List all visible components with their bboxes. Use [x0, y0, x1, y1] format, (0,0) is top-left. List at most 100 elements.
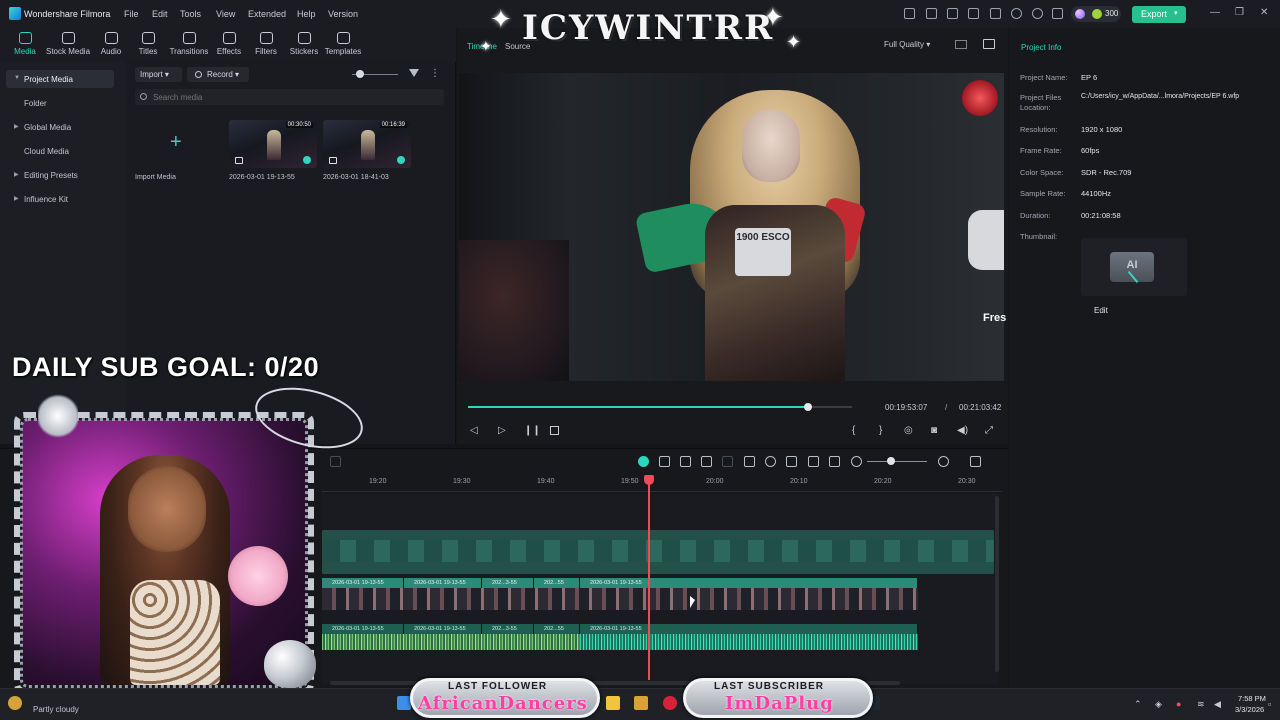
- video-clip-header[interactable]: 202...3-55: [482, 578, 534, 588]
- plus-icon[interactable]: +: [170, 132, 182, 152]
- timeline-zoom-slider[interactable]: [867, 461, 927, 462]
- audio-clip-header[interactable]: 2026-03-01 19-13-55: [404, 624, 482, 634]
- grid-view-icon[interactable]: [970, 456, 981, 467]
- menu-version[interactable]: Version: [328, 9, 358, 19]
- audio-clip-header[interactable]: 2026-03-01 19-13-55: [322, 624, 404, 634]
- snapshot-image-icon[interactable]: [983, 39, 995, 49]
- clock-time[interactable]: 7:58 PM: [1238, 694, 1266, 703]
- send-icon[interactable]: [926, 8, 937, 19]
- video-clip-header[interactable]: 202...55: [534, 578, 580, 588]
- media-clip-thumbnail[interactable]: 00:16:39: [323, 120, 411, 168]
- quality-select[interactable]: Full Quality ▾: [884, 40, 930, 49]
- menu-help[interactable]: Help: [297, 9, 316, 19]
- audio-clip-header[interactable]: 202...55: [534, 624, 580, 634]
- playback-scrubber[interactable]: [804, 403, 812, 411]
- grid-apps-icon[interactable]: [1052, 8, 1063, 19]
- tab-templates[interactable]: Templates: [321, 32, 365, 60]
- ai-assist-icon[interactable]: [638, 456, 649, 467]
- sidebar-item-cloud-media[interactable]: Cloud Media: [6, 142, 114, 160]
- camera-icon[interactable]: ◙: [931, 425, 937, 436]
- menu-tools[interactable]: Tools: [180, 9, 201, 19]
- previous-frame-icon[interactable]: ◁: [470, 425, 478, 436]
- sidebar-item-project-media[interactable]: ▼ Project Media: [6, 70, 114, 88]
- menu-edit[interactable]: Edit: [152, 9, 168, 19]
- slider-handle[interactable]: [356, 70, 364, 78]
- playhead[interactable]: [648, 484, 650, 680]
- zoom-in-icon[interactable]: [938, 456, 949, 467]
- tab-stickers[interactable]: Stickers: [282, 32, 326, 60]
- edit-thumbnail-button[interactable]: Edit: [1094, 306, 1108, 315]
- magnet-icon[interactable]: [330, 456, 341, 467]
- tab-label: Stock Media: [46, 47, 91, 56]
- weather-icon[interactable]: [8, 696, 22, 710]
- video-clip-header[interactable]: 2026-03-01 19-13-55: [580, 578, 918, 588]
- fit-icon[interactable]: [808, 456, 819, 467]
- folder-icon[interactable]: [634, 696, 648, 710]
- split-icon[interactable]: [659, 456, 670, 467]
- ruler-tick-label: 19:30: [453, 478, 471, 485]
- tab-titles[interactable]: Titles: [126, 32, 170, 60]
- speaker-icon[interactable]: ◀: [1214, 699, 1221, 710]
- crop-icon[interactable]: [680, 456, 691, 467]
- video-clip-header[interactable]: 2026-03-01 19-13-55: [322, 578, 404, 588]
- render-icon[interactable]: ◎: [904, 425, 913, 436]
- sidebar-item-folder[interactable]: Folder: [6, 94, 114, 112]
- shield-icon[interactable]: [744, 456, 755, 467]
- tab-transitions[interactable]: Transitions: [167, 32, 211, 60]
- network-icon[interactable]: ◈: [1155, 699, 1162, 710]
- maximize-icon[interactable]: ❐: [1235, 7, 1244, 18]
- cloud-icon[interactable]: [1011, 8, 1022, 19]
- headset-icon[interactable]: [1032, 8, 1043, 19]
- sidebar-item-influence-kit[interactable]: ▶ Influence Kit: [6, 190, 114, 208]
- slider-handle[interactable]: [887, 457, 895, 465]
- microphone-tray-icon[interactable]: ●: [1176, 699, 1181, 709]
- chevron-down-icon[interactable]: ▾: [1174, 9, 1178, 17]
- sidebar-item-label: Global Media: [24, 123, 72, 132]
- minimize-icon[interactable]: —: [1210, 7, 1220, 18]
- audio-waveform[interactable]: [580, 634, 918, 650]
- grid-icon[interactable]: [955, 40, 967, 49]
- media-clip-thumbnail[interactable]: 00:30:50: [229, 120, 317, 168]
- audio-clip-header[interactable]: 202...3-55: [482, 624, 534, 634]
- layout-icon[interactable]: [968, 8, 979, 19]
- search-input[interactable]: [153, 93, 433, 102]
- notification-icon[interactable]: ▫: [1268, 699, 1271, 709]
- filter-icon[interactable]: [409, 69, 419, 77]
- clock-date[interactable]: 3/3/2026: [1235, 705, 1264, 714]
- timeline-ruler[interactable]: [322, 474, 1002, 492]
- tab-stock-media[interactable]: Stock Media: [46, 32, 90, 60]
- wifi-icon[interactable]: ≋: [1197, 699, 1205, 710]
- chevron-up-icon[interactable]: ⌃: [1134, 699, 1142, 710]
- play-icon[interactable]: ▷: [498, 425, 506, 436]
- gift-icon[interactable]: [904, 8, 915, 19]
- tab-media[interactable]: Media: [3, 32, 47, 60]
- file-explorer-icon[interactable]: [606, 696, 620, 710]
- import-button[interactable]: Import ▾: [135, 67, 182, 82]
- volume-icon[interactable]: ◀): [957, 425, 968, 436]
- video-track-frames[interactable]: [322, 588, 918, 610]
- mark-out-icon[interactable]: }: [879, 425, 882, 436]
- zoom-out-icon[interactable]: [851, 456, 862, 467]
- video-clip-header[interactable]: 2026-03-01 19-13-55: [404, 578, 482, 588]
- audio-mixer-icon[interactable]: [786, 456, 797, 467]
- sidebar-item-global-media[interactable]: ▶ Global Media: [6, 118, 114, 136]
- timeline-vertical-scrollbar[interactable]: [995, 496, 999, 672]
- mail-icon[interactable]: [990, 8, 1001, 19]
- menu-extended[interactable]: Extended: [248, 9, 286, 19]
- sidebar-item-editing-presets[interactable]: ▶ Editing Presets: [6, 166, 114, 184]
- pause-icon[interactable]: ❙❙: [524, 425, 541, 436]
- audio-clip-header[interactable]: 2026-03-01 19-13-55: [580, 624, 918, 634]
- fullscreen-icon[interactable]: ⤢: [985, 425, 993, 436]
- speed-icon[interactable]: [701, 456, 712, 467]
- screen-icon[interactable]: [947, 8, 958, 19]
- menu-view[interactable]: View: [216, 9, 235, 19]
- opera-icon[interactable]: [663, 696, 677, 710]
- windows-start-icon[interactable]: [397, 696, 411, 710]
- menu-file[interactable]: File: [124, 9, 139, 19]
- mark-in-icon[interactable]: {: [852, 425, 855, 436]
- stop-icon[interactable]: [550, 426, 559, 435]
- microphone-icon[interactable]: [765, 456, 776, 467]
- snapshot-icon[interactable]: [829, 456, 840, 467]
- close-icon[interactable]: ✕: [1260, 7, 1268, 18]
- more-icon[interactable]: ⋮: [430, 68, 440, 79]
